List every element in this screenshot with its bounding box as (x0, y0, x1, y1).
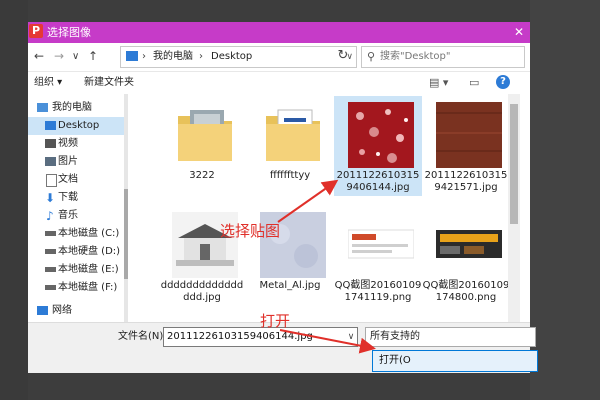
search-placeholder: 搜索"Desktop" (380, 51, 451, 62)
folder-icon (178, 110, 232, 161)
computer-icon (37, 103, 48, 112)
file-item[interactable]: ffffffttyy (246, 96, 334, 196)
forward-arrow-icon[interactable]: → (54, 47, 64, 65)
sidebar-item-label: 音乐 (58, 210, 78, 221)
drive-icon (45, 285, 56, 290)
breadcrumb-separator: › (199, 51, 203, 62)
sidebar-item-label: 本地硬盘 (D:) (58, 246, 121, 257)
app-logo-icon: P (29, 24, 43, 38)
dialog-title: 选择图像 (47, 26, 91, 39)
close-icon[interactable]: ✕ (514, 25, 524, 40)
file-item[interactable]: 20111226103159421571.jpg (422, 96, 510, 196)
sidebar-item-drive-f[interactable]: 本地磁盘 (F:) (28, 279, 124, 297)
file-name: QQ截图201601091741119.png (334, 280, 422, 303)
sidebar-item-label: 视频 (58, 138, 78, 149)
up-arrow-icon[interactable]: ↑ (88, 47, 98, 65)
drive-icon (45, 231, 56, 236)
annotation-open: 打开 (260, 312, 291, 330)
search-icon: ⚲ (367, 50, 376, 63)
file-name: dddddddddddddddd.jpg (160, 280, 244, 303)
address-bar[interactable]: › 我的电脑 › Desktop ∨ (120, 46, 357, 68)
navigation-bar: ← → ∨ ↑ › 我的电脑 › Desktop ∨ ↻ ⚲ 搜索"Deskto… (28, 43, 530, 72)
sidebar-item-label: 文档 (58, 174, 78, 185)
file-name: ffffffttyy (269, 170, 311, 181)
file-item[interactable]: dddddddddddddddd.jpg (158, 206, 246, 306)
location-icon (126, 51, 138, 61)
background-left (0, 0, 28, 400)
network-icon (37, 306, 48, 315)
drive-icon (45, 249, 56, 254)
documents-icon (46, 174, 57, 187)
sidebar-item-drive-c[interactable]: 本地磁盘 (C:) (28, 225, 124, 243)
red-texture-thumbnail (348, 102, 414, 168)
sidebar-item-label: 本地磁盘 (F:) (58, 282, 118, 293)
sidebar-item-label: 本地磁盘 (E:) (58, 264, 119, 275)
recent-locations-icon[interactable]: ∨ (72, 48, 79, 66)
sidebar-item-label: Desktop (58, 120, 100, 131)
sidebar-item-label: 本地磁盘 (C:) (58, 228, 120, 239)
sidebar-item-label: 我的电脑 (52, 102, 92, 113)
sidebar-item-drive-d[interactable]: 本地硬盘 (D:) (28, 243, 124, 261)
file-item[interactable]: QQ截图20160109174800.png (422, 206, 510, 306)
sidebar-item-network[interactable]: 网络 (28, 302, 124, 320)
sidebar-item-downloads[interactable]: ⬇ 下载 (28, 189, 124, 207)
file-type-filter[interactable]: 所有支持的 (365, 327, 536, 347)
desktop-icon (45, 121, 56, 130)
brown-texture-thumbnail (436, 102, 502, 168)
file-list: 3222 ffffffttyy 20111226103159406144.jpg (128, 94, 520, 322)
file-item[interactable]: 3222 (158, 96, 246, 196)
new-folder-button[interactable]: 新建文件夹 (84, 75, 134, 91)
file-name: 20111226103159421571.jpg (424, 170, 508, 193)
annotation-select-texture: 选择贴图 (220, 222, 281, 240)
sidebar-item-label: 网络 (52, 305, 72, 316)
file-name: 20111226103159406144.jpg (336, 170, 420, 193)
breadcrumb-computer[interactable]: 我的电脑 (153, 48, 193, 66)
sidebar-item-computer[interactable]: 我的电脑 (28, 99, 124, 117)
file-list-scrollbar[interactable] (508, 94, 520, 322)
file-item[interactable]: Metal_Al.jpg (246, 206, 334, 306)
breadcrumb-desktop[interactable]: Desktop (211, 48, 252, 66)
drive-icon (45, 267, 56, 272)
screenshot-thumbnail (436, 230, 502, 258)
view-options-icon[interactable]: ▤ ▾ (429, 76, 448, 90)
refresh-icon[interactable]: ↻ (333, 46, 353, 66)
organize-button[interactable]: 组织 ▾ (34, 75, 62, 91)
open-button[interactable]: 打开(O (372, 350, 538, 372)
toolbar: 组织 ▾ 新建文件夹 ▤ ▾ ▭ ? (28, 72, 530, 94)
sidebar-item-pictures[interactable]: 图片 (28, 153, 124, 171)
preview-pane-icon[interactable]: ▭ (469, 76, 479, 90)
sidebar-item-drive-e[interactable]: 本地磁盘 (E:) (28, 261, 124, 279)
filename-input[interactable]: 20111226103159406144.jpg (163, 327, 358, 347)
sidebar-item-music[interactable]: ♪ 音乐 (28, 207, 124, 225)
back-arrow-icon[interactable]: ← (34, 47, 44, 65)
background-right (530, 0, 600, 400)
sidebar-item-label: 图片 (58, 156, 78, 167)
video-icon (45, 139, 56, 148)
scrollbar-thumb[interactable] (510, 104, 518, 224)
search-box[interactable]: ⚲ 搜索"Desktop" (361, 46, 525, 68)
breadcrumb-separator: › (142, 51, 146, 62)
navigation-pane: 我的电脑 Desktop 视频 图片 文档 ⬇ 下载 ♪ 音乐 本地磁盘 (C:… (28, 94, 128, 322)
title-bar: P 选择图像 ✕ (28, 22, 530, 43)
download-icon: ⬇ (45, 191, 56, 205)
file-name: QQ截图20160109174800.png (422, 280, 510, 303)
sidebar-item-documents[interactable]: 文档 (28, 171, 124, 189)
file-name: Metal_Al.jpg (259, 280, 321, 291)
sidebar-item-videos[interactable]: 视频 (28, 135, 124, 153)
sidebar-item-desktop[interactable]: Desktop (28, 117, 124, 135)
file-item[interactable]: QQ截图201601091741119.png (334, 206, 422, 306)
filename-label: 文件名(N): (118, 331, 167, 342)
music-icon: ♪ (46, 209, 54, 223)
file-name: 3222 (189, 170, 215, 181)
help-icon[interactable]: ? (496, 75, 510, 89)
filename-dropdown-icon[interactable]: ∨ (344, 327, 358, 347)
screenshot-thumbnail (348, 229, 414, 259)
folder-icon (266, 109, 320, 161)
sidebar-item-label: 下载 (58, 192, 78, 203)
pictures-icon (45, 157, 56, 166)
file-item-selected[interactable]: 20111226103159406144.jpg (334, 96, 422, 196)
